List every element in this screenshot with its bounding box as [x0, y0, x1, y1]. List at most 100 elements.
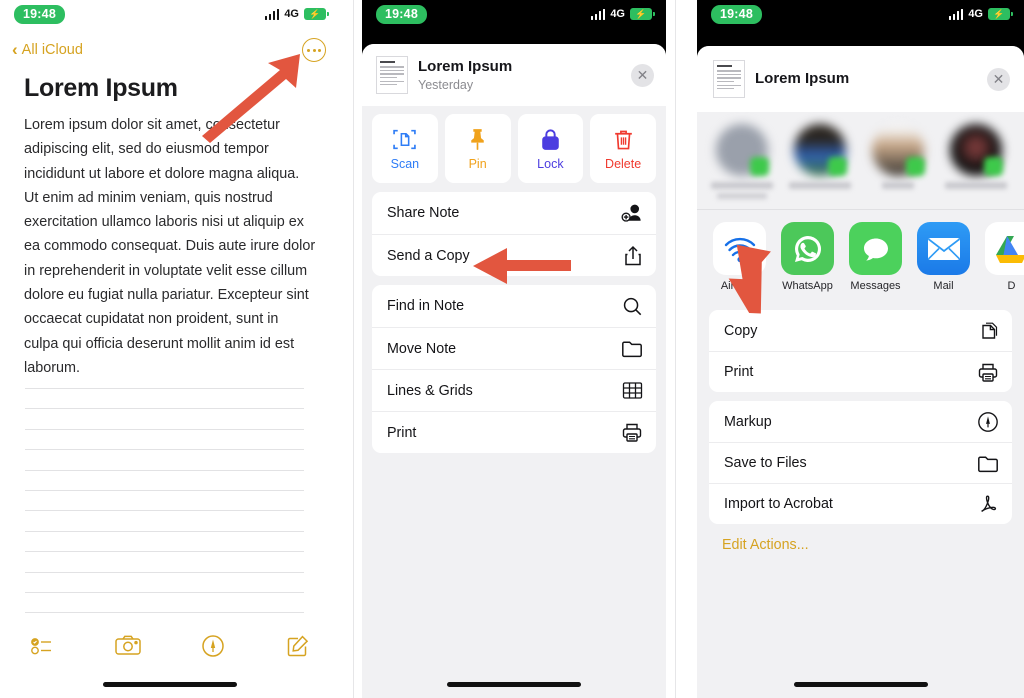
ruled-lines	[25, 388, 304, 633]
rule-line	[25, 408, 304, 410]
rule-line	[25, 469, 304, 471]
lock-label: Lock	[537, 156, 564, 171]
grid-icon	[622, 381, 643, 400]
panel-note-actions-sheet: 19:48 4G ⚡ Lorem Ipsum Yesterday ✕ Scan …	[362, 0, 666, 698]
rule-line	[25, 530, 304, 532]
checklist-icon[interactable]	[0, 636, 85, 656]
sheet-subtitle: Yesterday	[418, 77, 474, 92]
markup-icon[interactable]	[170, 634, 255, 658]
delete-label: Delete	[605, 156, 642, 171]
menu-item-save-to-files[interactable]: Save to Files	[709, 442, 1012, 483]
app-google-drive[interactable]: D	[985, 222, 1024, 292]
home-indicator	[793, 682, 928, 687]
menu-item-markup[interactable]: Markup	[709, 401, 1012, 442]
menu-item-print[interactable]: Print	[372, 411, 656, 453]
signal-bars-icon	[948, 8, 964, 20]
three-panel-screenshot: 19:48 4G ⚡ ‹ All iCloud Lorem Ipsum Lore…	[0, 0, 1024, 698]
menu-group-actions: Markup Save to Files Import to Acrobat	[709, 401, 1012, 524]
edit-actions-button[interactable]: Edit Actions...	[697, 524, 1024, 553]
sheet-title: Lorem Ipsum	[755, 69, 850, 87]
scan-label: Scan	[390, 156, 420, 171]
close-icon[interactable]: ✕	[631, 63, 654, 87]
annotation-arrow-2	[473, 248, 571, 284]
contact-suggestion[interactable]	[863, 124, 933, 199]
markup-icon	[977, 411, 999, 433]
menu-label: Save to Files	[724, 455, 807, 471]
sheet-header: Lorem Ipsum ✕	[697, 46, 1024, 112]
app-mail[interactable]: Mail	[917, 222, 970, 292]
sheet-header: Lorem Ipsum Yesterday ✕	[362, 44, 666, 106]
printer-icon	[621, 422, 643, 443]
menu-item-lines-and-grids[interactable]: Lines & Grids	[372, 369, 656, 411]
note-toolbar	[0, 624, 340, 668]
back-label: All iCloud	[21, 42, 83, 58]
network-label: 4G	[610, 8, 625, 20]
annotation-arrow-3	[728, 244, 771, 314]
status-bar: 19:48 4G ⚡	[697, 0, 1024, 28]
panel-note-detail: 19:48 4G ⚡ ‹ All iCloud Lorem Ipsum Lore…	[0, 0, 340, 698]
menu-label: Print	[387, 424, 417, 441]
panel-divider-2	[675, 0, 676, 698]
status-time: 19:48	[14, 4, 65, 24]
copy-icon	[978, 320, 999, 342]
scan-button[interactable]: Scan	[372, 114, 438, 183]
status-time: 19:48	[376, 4, 427, 24]
rule-line	[25, 551, 304, 553]
status-bar: 19:48 4G ⚡	[362, 0, 666, 28]
contacts-row	[697, 112, 1024, 209]
person-add-icon	[621, 203, 643, 223]
chevron-left-icon: ‹	[12, 39, 18, 59]
menu-label: Import to Acrobat	[724, 496, 833, 512]
pin-button[interactable]: Pin	[444, 114, 511, 183]
search-icon	[622, 296, 643, 317]
network-label: 4G	[284, 8, 299, 20]
compose-icon[interactable]	[255, 634, 340, 658]
note-body-text: Lorem ipsum dolor sit amet, consectetur …	[24, 117, 316, 376]
home-indicator	[103, 682, 237, 687]
share-sheet: Lorem Ipsum ✕ WhatsApp Messages Mail D C…	[697, 46, 1024, 698]
acrobat-icon	[977, 493, 999, 515]
sheet-title: Lorem Ipsum	[418, 58, 513, 76]
battery-icon: ⚡	[988, 8, 1013, 20]
back-button[interactable]: ‹ All iCloud	[12, 39, 83, 59]
menu-label: Share Note	[387, 205, 460, 221]
status-time: 19:48	[711, 4, 762, 24]
printer-icon	[977, 362, 999, 383]
action-sheet: Lorem Ipsum Yesterday ✕ Scan Pin Lock De…	[362, 44, 666, 698]
rule-line	[25, 571, 304, 573]
rule-line	[25, 428, 304, 430]
annotation-arrow-1	[202, 54, 300, 143]
contact-suggestion[interactable]	[785, 124, 855, 199]
menu-label: Find in Note	[387, 298, 465, 314]
menu-item-print[interactable]: Print	[709, 351, 1012, 392]
contact-suggestion[interactable]	[707, 124, 777, 199]
menu-group-tools: Find in Note Move Note Lines & Grids Pri…	[372, 285, 656, 453]
rule-line	[25, 489, 304, 491]
app-label: Mail	[933, 280, 954, 292]
pin-label: Pin	[468, 156, 487, 171]
folder-icon	[977, 454, 999, 473]
menu-item-move-note[interactable]: Move Note	[372, 327, 656, 369]
rule-line	[25, 591, 304, 593]
menu-item-share-note[interactable]: Share Note	[372, 192, 656, 234]
menu-group-basic: Copy Print	[709, 310, 1012, 392]
panel-divider-1	[353, 0, 354, 698]
network-label: 4G	[968, 8, 983, 20]
menu-label: Move Note	[387, 340, 457, 357]
menu-label: Send a Copy	[387, 247, 470, 264]
status-bar: 19:48 4G ⚡	[0, 0, 340, 28]
menu-item-find-in-note[interactable]: Find in Note	[372, 285, 656, 327]
share-icon	[623, 245, 643, 267]
delete-button[interactable]: Delete	[590, 114, 656, 183]
rule-line	[25, 388, 304, 389]
lock-button[interactable]: Lock	[517, 114, 584, 183]
note-thumbnail-icon	[713, 60, 745, 98]
contact-suggestion[interactable]	[941, 124, 1011, 199]
close-icon[interactable]: ✕	[987, 67, 1010, 91]
menu-item-import-to-acrobat[interactable]: Import to Acrobat	[709, 483, 1012, 524]
panel-share-sheet: 19:48 4G ⚡ Lorem Ipsum ✕ WhatsApp Messag…	[697, 0, 1024, 698]
rule-line	[25, 510, 304, 512]
folder-icon	[621, 339, 643, 358]
battery-icon: ⚡	[630, 8, 655, 20]
camera-icon[interactable]	[85, 635, 170, 657]
